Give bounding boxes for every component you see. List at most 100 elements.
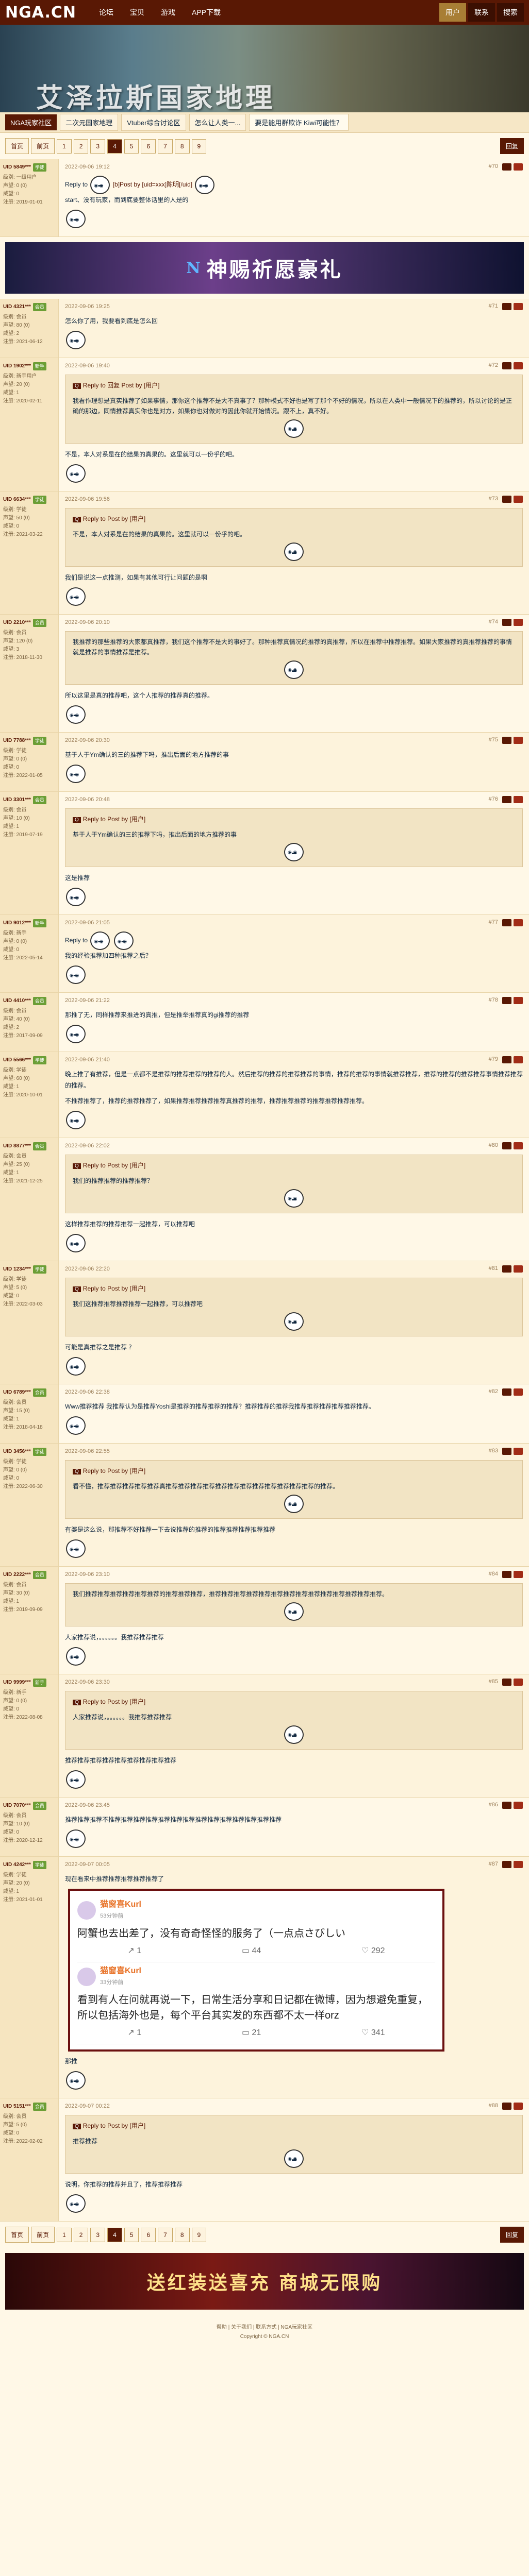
reply-icon[interactable] [514, 1056, 523, 1063]
page-link[interactable]: 2 [73, 2227, 89, 2242]
user-id[interactable]: UID 4242*** [3, 1861, 31, 1869]
quote-header-text[interactable]: Reply to Post by [用户] [83, 515, 145, 522]
user-id[interactable]: UID 4321*** [3, 303, 31, 311]
user-id[interactable]: UID 5849*** [3, 163, 31, 172]
user-id[interactable]: UID 7788*** [3, 737, 31, 745]
reply-icon[interactable] [514, 163, 523, 171]
reply-icon[interactable] [514, 997, 523, 1004]
quote-header-text[interactable]: Reply to 回复 Post by [用户] [83, 382, 160, 389]
page-link[interactable]: 7 [158, 139, 173, 154]
page-link[interactable]: 9 [191, 2227, 207, 2242]
page-current[interactable]: 4 [107, 2227, 122, 2242]
page-link[interactable]: 6 [141, 139, 156, 154]
reply-icon[interactable] [514, 362, 523, 369]
user-id[interactable]: UID 2222*** [3, 1571, 31, 1579]
user-id[interactable]: UID 8877*** [3, 1142, 31, 1150]
quote-header-text[interactable]: Reply to Post by [用户] [83, 1698, 145, 1705]
floor-number[interactable]: #88 [487, 2103, 500, 2110]
user-id[interactable]: UID 3301*** [3, 796, 31, 804]
nav-treasure[interactable]: 宝贝 [123, 3, 152, 22]
user-id[interactable]: UID 3456*** [3, 1448, 31, 1456]
reply-icon[interactable] [514, 1679, 523, 1686]
reply-icon[interactable] [514, 1448, 523, 1455]
floor-number[interactable]: #83 [487, 1448, 500, 1455]
floor-number[interactable]: #74 [487, 619, 500, 626]
reply-icon[interactable] [514, 1861, 523, 1868]
nav-games[interactable]: 游戏 [154, 3, 183, 22]
quote-icon[interactable] [502, 619, 511, 626]
reply-icon[interactable] [514, 796, 523, 803]
reply-icon[interactable] [514, 1571, 523, 1578]
user-id[interactable]: UID 9012*** [3, 919, 31, 927]
page-link[interactable]: 9 [191, 139, 207, 154]
user-id[interactable]: UID 6789*** [3, 1388, 31, 1397]
quote-icon[interactable] [502, 496, 511, 503]
user-id[interactable]: UID 7070*** [3, 1802, 31, 1810]
floor-number[interactable]: #84 [487, 1571, 500, 1578]
quote-icon[interactable] [502, 163, 511, 171]
reply-icon[interactable] [514, 619, 523, 626]
quote-header-text[interactable]: Reply to Post by [用户] [83, 1162, 145, 1169]
user-id[interactable]: UID 4410*** [3, 997, 31, 1005]
bottom-ad-banner[interactable]: 送红装送喜充 商城无限购 [5, 2253, 524, 2310]
reply-icon[interactable] [514, 496, 523, 503]
quote-icon[interactable] [502, 1265, 511, 1273]
page-link[interactable]: 7 [158, 2227, 173, 2242]
page-link[interactable]: 3 [90, 139, 106, 154]
quote-icon[interactable] [502, 1388, 511, 1396]
page-link[interactable]: 1 [57, 139, 72, 154]
floor-number[interactable]: #85 [487, 1679, 500, 1686]
quote-icon[interactable] [502, 1802, 511, 1809]
floor-number[interactable]: #73 [487, 496, 500, 503]
quote-icon[interactable] [502, 796, 511, 803]
reply-icon[interactable] [514, 1388, 523, 1396]
floor-number[interactable]: #77 [487, 919, 500, 926]
breadcrumb-item[interactable]: 怎么让人类一... [189, 114, 246, 131]
quote-icon[interactable] [502, 2103, 511, 2110]
quote-icon[interactable] [502, 1448, 511, 1455]
page-first[interactable]: 首页 [5, 2227, 29, 2243]
page-link[interactable]: 8 [174, 2227, 190, 2242]
page-link[interactable]: 5 [124, 139, 139, 154]
page-prev[interactable]: 前页 [31, 2227, 55, 2243]
quote-icon[interactable] [502, 1679, 511, 1686]
user-id[interactable]: UID 5151*** [3, 2103, 31, 2111]
floor-number[interactable]: #76 [487, 796, 500, 803]
breadcrumb-thread[interactable]: 要是能用群欺诈 Kiwi可能性？ [249, 114, 349, 131]
quote-header-text[interactable]: Reply to Post by [用户] [83, 1285, 145, 1292]
floor-number[interactable]: #72 [487, 362, 500, 369]
quote-header-text[interactable]: Reply to Post by [用户] [83, 2122, 145, 2129]
user-id[interactable]: UID 9999*** [3, 1679, 31, 1687]
quote-icon[interactable] [502, 997, 511, 1004]
page-link[interactable]: 3 [90, 2227, 106, 2242]
breadcrumb-home[interactable]: NGA玩家社区 [5, 114, 57, 130]
breadcrumb-item[interactable]: 二次元国家地理 [60, 114, 119, 131]
quote-icon[interactable] [502, 919, 511, 926]
search-link[interactable]: 搜索 [497, 3, 524, 22]
page-link[interactable]: 5 [124, 2227, 139, 2242]
reply-icon[interactable] [514, 2103, 523, 2110]
floor-number[interactable]: #71 [487, 303, 500, 310]
reply-user[interactable]: [b]Post by [uid=xxx]陈明[/uid] [113, 181, 192, 188]
user-id[interactable]: UID 1234*** [3, 1265, 31, 1274]
user-link[interactable]: 用户 [439, 3, 466, 22]
reply-icon[interactable] [514, 919, 523, 926]
nav-forum[interactable]: 论坛 [92, 3, 121, 22]
reply-icon[interactable] [514, 303, 523, 310]
quote-header-text[interactable]: Reply to Post by [用户] [83, 816, 145, 823]
page-link[interactable]: 1 [57, 2227, 72, 2242]
floor-number[interactable]: #81 [487, 1265, 500, 1273]
reply-icon[interactable] [514, 1265, 523, 1273]
quote-header-text[interactable]: Reply to Post by [用户] [83, 1467, 145, 1475]
breadcrumb-item[interactable]: Vtuber综合讨论区 [121, 114, 186, 131]
page-first[interactable]: 首页 [5, 138, 29, 154]
reply-button[interactable]: 回复 [500, 2227, 524, 2243]
nav-app[interactable]: APP下载 [185, 3, 228, 22]
user-id[interactable]: UID 2210*** [3, 619, 31, 627]
page-current[interactable]: 4 [107, 139, 122, 154]
site-logo[interactable]: NGA.CN [5, 4, 76, 22]
quote-icon[interactable] [502, 1142, 511, 1149]
page-link[interactable]: 6 [141, 2227, 156, 2242]
reply-icon[interactable] [514, 1142, 523, 1149]
floor-number[interactable]: #79 [487, 1056, 500, 1063]
